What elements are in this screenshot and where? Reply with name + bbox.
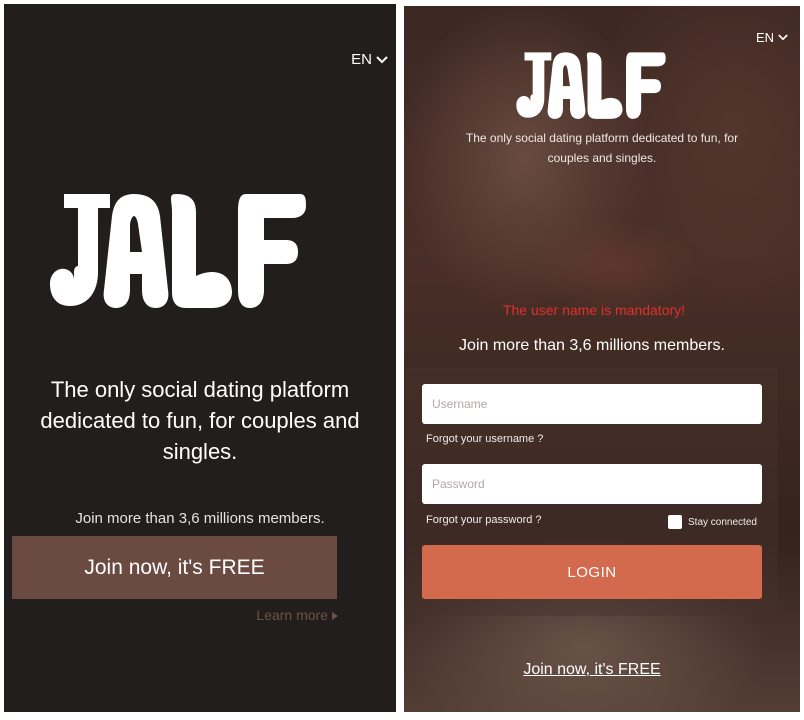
- join-now-link[interactable]: Join now, it's FREE: [404, 661, 780, 679]
- triangle-right-icon: [332, 607, 338, 623]
- chevron-down-icon: [376, 55, 388, 64]
- login-screen: EN The only social dating platform dedic…: [404, 6, 800, 712]
- language-selector[interactable]: EN: [756, 30, 788, 45]
- language-label: EN: [351, 51, 372, 68]
- chevron-down-icon: [778, 34, 788, 41]
- language-label: EN: [755, 30, 774, 45]
- jalf-logo: [510, 50, 672, 120]
- members-count-text: Join more than 3,6 millions members.: [75, 510, 325, 527]
- username-input[interactable]: [422, 384, 762, 424]
- tagline: The only social dating platform dedicate…: [465, 131, 739, 165]
- error-message: The user name is mandatory!: [502, 302, 686, 318]
- stay-connected-label: Stay connected: [688, 516, 757, 528]
- landing-screen: EN The only social dating platform dedic…: [4, 4, 396, 712]
- password-input[interactable]: [422, 464, 762, 504]
- forgot-password-link[interactable]: Forgot your password ?: [426, 514, 542, 526]
- members-count-text: Join more than 3,6 millions members.: [459, 337, 725, 354]
- forgot-username-link[interactable]: Forgot your username ?: [426, 433, 543, 445]
- language-selector[interactable]: EN: [351, 51, 388, 68]
- stay-connected-option: Stay connected: [668, 515, 757, 529]
- tagline: The only social dating platform dedicate…: [40, 377, 360, 464]
- join-now-button[interactable]: Join now, it's FREE: [12, 536, 337, 599]
- learn-more-label: Learn more: [256, 607, 328, 623]
- jalf-logo: [50, 190, 306, 310]
- learn-more-link[interactable]: Learn more: [256, 607, 338, 623]
- login-button[interactable]: LOGIN: [422, 545, 762, 599]
- stay-connected-checkbox[interactable]: [668, 515, 682, 529]
